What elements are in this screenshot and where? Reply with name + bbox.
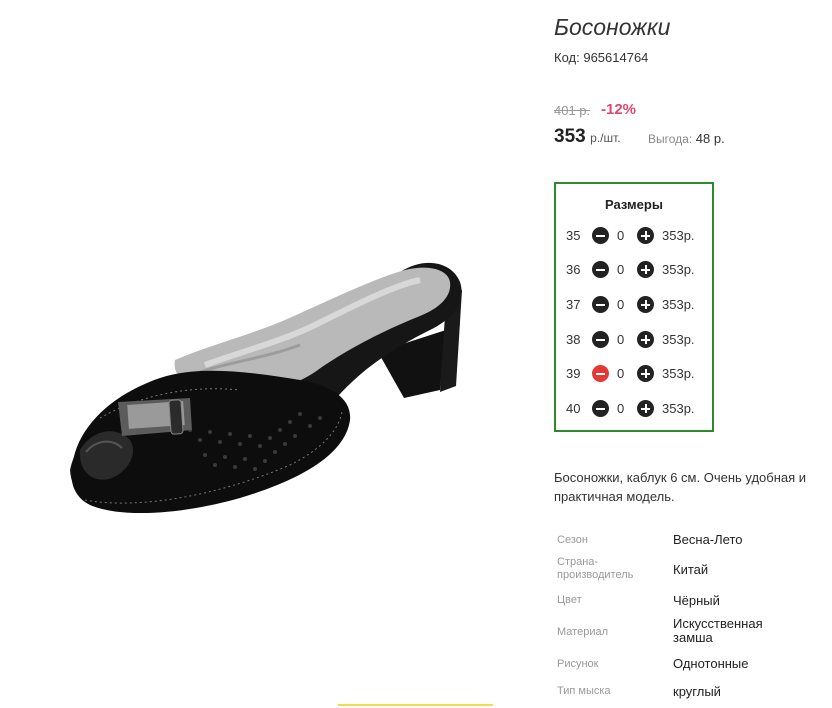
minus-icon[interactable] — [592, 261, 609, 278]
attribute-label: Материал — [557, 626, 608, 638]
size-row: 39 0 353р. — [566, 363, 706, 385]
size-number: 40 — [566, 401, 581, 416]
plus-icon[interactable] — [637, 400, 654, 417]
old-price: 401 р. — [554, 103, 591, 118]
attribute-value: Однотонные — [673, 656, 749, 671]
quantity-value: 0 — [617, 297, 625, 312]
saving-value: 48 р. — [695, 131, 725, 146]
product-code-value: 965614764 — [583, 50, 649, 65]
plus-icon[interactable] — [637, 296, 654, 313]
shoe-illustration — [70, 262, 462, 514]
quantity-value: 0 — [617, 366, 625, 381]
price-value: 353 — [554, 126, 586, 147]
minus-icon[interactable] — [592, 400, 609, 417]
size-price: 353р. — [662, 366, 695, 381]
minus-icon[interactable] — [592, 331, 609, 348]
discount-badge: -12% — [601, 101, 637, 118]
minus-icon[interactable] — [592, 227, 609, 244]
saving: Выгода: 48 р. — [648, 131, 725, 146]
size-row: 35 0 353р. — [566, 225, 706, 247]
plus-icon[interactable] — [637, 227, 654, 244]
size-row: 40 0 353р. — [566, 398, 706, 420]
attribute-value: круглый — [673, 684, 721, 699]
sizes-title: Размеры — [605, 197, 663, 212]
size-price: 353р. — [662, 228, 695, 243]
attribute-value: Китай — [673, 562, 709, 577]
product-image[interactable] — [0, 0, 540, 708]
saving-label: Выгода: — [648, 132, 693, 146]
size-price: 353р. — [662, 332, 695, 347]
attribute-label: Тип мыска — [557, 685, 611, 697]
product-title: Босоножки — [554, 14, 671, 40]
size-row: 36 0 353р. — [566, 259, 706, 281]
quantity-value: 0 — [617, 401, 625, 416]
attribute-label: Цвет — [557, 594, 582, 606]
size-price: 353р. — [662, 297, 695, 312]
product-code: Код: 965614764 — [554, 50, 648, 65]
product-code-label: Код: — [554, 50, 580, 65]
attribute-label: Сезон — [557, 534, 588, 546]
plus-icon[interactable] — [637, 331, 654, 348]
size-number: 36 — [566, 262, 581, 277]
image-indicator — [338, 704, 493, 706]
product-description: Босоножки, каблук 6 см. Очень удобная и … — [554, 470, 807, 504]
quantity-value: 0 — [617, 262, 625, 277]
quantity-value: 0 — [617, 228, 625, 243]
attribute-value: Искусственная замша — [673, 616, 763, 645]
size-number: 35 — [566, 228, 581, 243]
size-row: 37 0 353р. — [566, 294, 706, 316]
size-row: 38 0 353р. — [566, 329, 706, 351]
minus-icon[interactable] — [592, 296, 609, 313]
attribute-value: Чёрный — [673, 593, 720, 608]
plus-icon[interactable] — [637, 365, 654, 382]
sizes-panel: Размеры 35 0 353р. 36 0 353р. 37 0 353р.… — [554, 182, 714, 432]
price-unit: р./шт. — [590, 131, 621, 145]
plus-icon[interactable] — [637, 261, 654, 278]
size-price: 353р. — [662, 262, 695, 277]
quantity-value: 0 — [617, 332, 625, 347]
size-number: 39 — [566, 366, 581, 381]
attribute-label: Страна-производитель — [557, 556, 634, 581]
size-number: 37 — [566, 297, 581, 312]
size-number: 38 — [566, 332, 581, 347]
current-price: 353 р./шт. — [554, 126, 621, 148]
attribute-value: Весна-Лето — [673, 532, 743, 547]
minus-icon[interactable] — [592, 365, 609, 382]
size-price: 353р. — [662, 401, 695, 416]
attribute-label: Рисунок — [557, 658, 599, 670]
